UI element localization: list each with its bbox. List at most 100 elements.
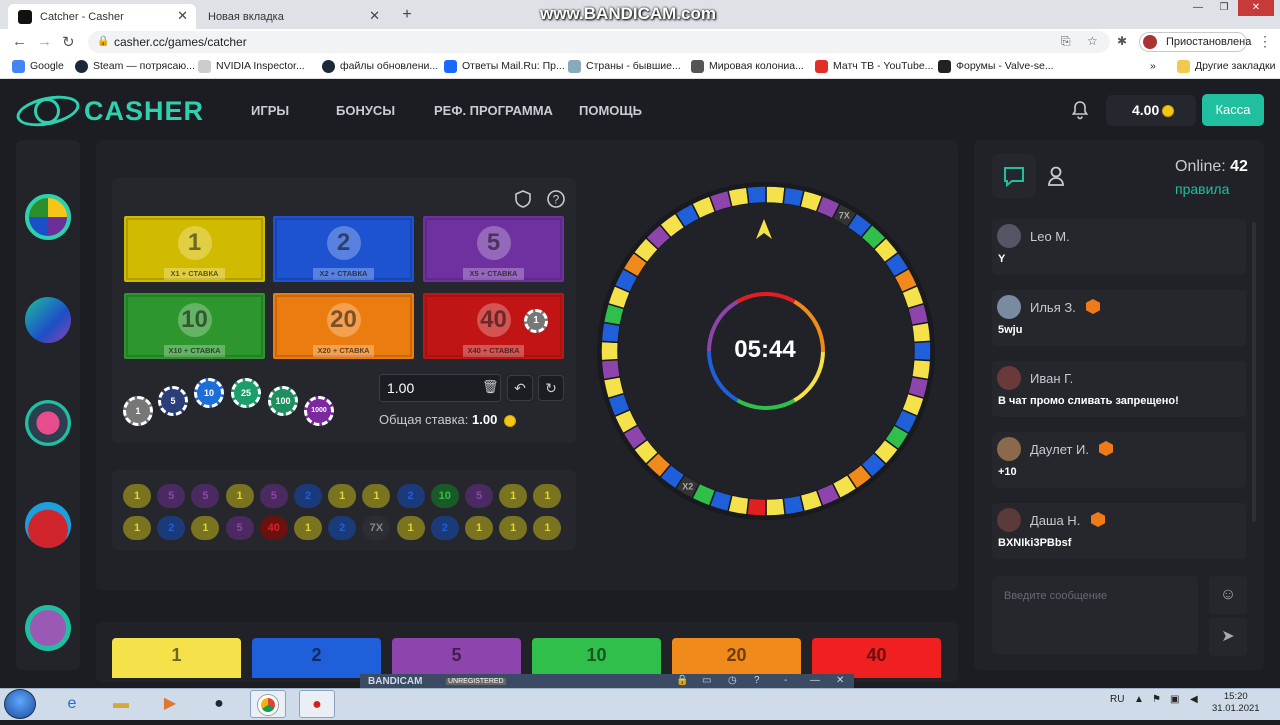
help-icon[interactable]: ? xyxy=(546,189,566,209)
url-field[interactable]: 🔒 casher.cc/games/catcher xyxy=(88,31,1110,53)
site-logo[interactable]: CASHER xyxy=(84,96,204,127)
bet-button-1[interactable]: 1 xyxy=(112,638,241,678)
chat-tab[interactable] xyxy=(992,154,1036,198)
cash-button[interactable]: Касса xyxy=(1202,94,1264,126)
repeat-button[interactable]: ↻ xyxy=(538,375,564,401)
nav-games[interactable]: ИГРЫ xyxy=(251,103,289,118)
network-icon[interactable]: ▣ xyxy=(1170,694,1179,705)
explorer-icon[interactable]: ▬ xyxy=(103,690,139,718)
clock-icon[interactable]: ◷ xyxy=(728,675,737,686)
bandicam-icon[interactable]: ● xyxy=(299,690,335,718)
nav-help[interactable]: ПОМОЩЬ xyxy=(579,103,642,118)
taskbar-clock[interactable]: 15:20 31.01.2021 xyxy=(1212,691,1260,715)
trash-icon[interactable]: 🗑 xyxy=(482,379,499,395)
chat-username[interactable]: Иван Г. xyxy=(1030,371,1073,386)
new-tab-icon[interactable]: + xyxy=(398,6,416,24)
start-button[interactable] xyxy=(4,689,36,719)
bill-2[interactable]: 2 X2 + СТАВКА xyxy=(273,216,414,282)
rules-link[interactable]: правила xyxy=(1175,181,1229,197)
ie-icon[interactable]: e xyxy=(54,690,90,718)
profile-button[interactable]: Приостановлена xyxy=(1139,32,1251,52)
avatar[interactable] xyxy=(997,508,1021,532)
users-tab[interactable] xyxy=(1034,154,1078,198)
fruit-game-icon[interactable] xyxy=(25,605,71,651)
chat-scrollbar[interactable] xyxy=(1252,222,1256,522)
chat-username[interactable]: Илья З. xyxy=(1030,300,1076,315)
bookmark-item[interactable]: Steam — потрясаю... xyxy=(75,60,195,73)
reload-icon[interactable]: ↻ xyxy=(62,33,75,51)
avatar[interactable] xyxy=(997,295,1021,319)
undo-button[interactable]: ↶ xyxy=(507,375,533,401)
avatar[interactable] xyxy=(997,437,1021,461)
maximize-icon[interactable]: ❐ xyxy=(1212,0,1236,16)
chip-10[interactable]: 10 xyxy=(194,378,224,408)
bet-button-2[interactable]: 2 xyxy=(252,638,381,678)
bookmark-item[interactable]: Страны - бывшие... xyxy=(568,60,681,73)
steam-icon[interactable]: ● xyxy=(201,690,237,718)
crash-game-icon[interactable] xyxy=(25,297,71,343)
bet-button-20[interactable]: 20 xyxy=(672,638,801,678)
chip-25[interactable]: 25 xyxy=(231,378,261,408)
volume-icon[interactable]: ◀ xyxy=(1190,694,1198,705)
translate-icon[interactable]: ⎘ xyxy=(1061,34,1071,49)
extensions-icon[interactable]: ✱ xyxy=(1117,34,1127,48)
bookmark-item[interactable]: Форумы - Valve-se... xyxy=(938,60,1054,73)
close-tab-icon[interactable]: ✕ xyxy=(369,8,380,24)
chip-1000[interactable]: 1000 xyxy=(304,396,334,426)
chat-username[interactable]: Даулет И. xyxy=(1030,442,1089,457)
avatar[interactable] xyxy=(997,224,1021,248)
bill-1[interactable]: 1 X1 + СТАВКА xyxy=(124,216,265,282)
bet-button-10[interactable]: 10 xyxy=(532,638,661,678)
tab-catcher[interactable]: Catcher - Casher ✕ xyxy=(8,4,196,29)
lock-icon[interactable]: 🔒 xyxy=(676,675,688,686)
back-icon[interactable]: ← xyxy=(12,33,27,50)
chat-text: Y xyxy=(998,253,1006,265)
emoji-button[interactable]: ☺ xyxy=(1209,576,1247,614)
close-icon[interactable]: ✕ xyxy=(836,675,844,686)
nav-referral[interactable]: РЕФ. ПРОГРАММА xyxy=(434,103,553,118)
bet-button-5[interactable]: 5 xyxy=(392,638,521,678)
language-indicator[interactable]: RU xyxy=(1110,694,1124,705)
bill-20[interactable]: 20 X20 + СТАВКА xyxy=(273,293,414,359)
chip-100[interactable]: 100 xyxy=(268,386,298,416)
bookmark-item[interactable]: Мировая колониа... xyxy=(691,60,804,73)
minimize-icon[interactable]: — xyxy=(810,675,820,686)
help-icon[interactable]: ? xyxy=(754,675,760,686)
bill-10[interactable]: 10 X10 + СТАВКА xyxy=(124,293,265,359)
bookmark-item[interactable]: Ответы Mail.Ru: Пр... xyxy=(444,60,565,73)
chat-username[interactable]: Даша Н. xyxy=(1030,513,1080,528)
fairness-shield-icon[interactable] xyxy=(513,189,533,209)
minimize-icon[interactable]: - xyxy=(784,675,787,686)
close-window-icon[interactable]: ✕ xyxy=(1238,0,1274,16)
tab-new[interactable]: Новая вкладка ✕ xyxy=(200,4,388,29)
bell-icon[interactable] xyxy=(1070,100,1090,120)
folder-icon[interactable]: ▭ xyxy=(702,675,711,686)
chat-message-input[interactable] xyxy=(992,576,1198,654)
avatar[interactable] xyxy=(997,366,1021,390)
minimize-icon[interactable]: — xyxy=(1186,0,1210,16)
media-player-icon[interactable]: ▶ xyxy=(152,690,188,718)
bet-button-40[interactable]: 40 xyxy=(812,638,941,678)
bookmark-item[interactable]: Google xyxy=(12,60,64,73)
bookmark-item[interactable]: файлы обновлени... xyxy=(322,60,438,73)
bookmark-star-icon[interactable]: ☆ xyxy=(1087,34,1098,48)
tray-arrow-icon[interactable]: ▲ xyxy=(1134,694,1144,705)
flag-icon[interactable]: ⚑ xyxy=(1152,694,1161,705)
more-menu-icon[interactable]: ⋮ xyxy=(1258,33,1272,50)
forward-icon[interactable]: → xyxy=(37,33,52,50)
chip-5[interactable]: 5 xyxy=(158,386,188,416)
bookmark-item[interactable]: NVIDIA Inspector... xyxy=(198,60,305,73)
dice-game-icon[interactable] xyxy=(25,400,71,446)
nav-bonuses[interactable]: БОНУСЫ xyxy=(336,103,395,118)
chip-1[interactable]: 1 xyxy=(123,396,153,426)
other-bookmarks[interactable]: Другие закладки xyxy=(1177,60,1275,73)
bookmarks-overflow[interactable]: » xyxy=(1150,60,1156,72)
chrome-icon[interactable] xyxy=(250,690,286,718)
bomb-game-icon[interactable] xyxy=(25,502,71,548)
chat-username[interactable]: Leo M. xyxy=(1030,229,1070,244)
close-tab-icon[interactable]: ✕ xyxy=(177,8,188,24)
bookmark-item[interactable]: Матч ТВ - YouTube... xyxy=(815,60,933,73)
send-button[interactable]: ➤ xyxy=(1209,618,1247,656)
bill-5[interactable]: 5 X5 + СТАВКА xyxy=(423,216,564,282)
wheel-game-icon[interactable] xyxy=(25,194,71,240)
